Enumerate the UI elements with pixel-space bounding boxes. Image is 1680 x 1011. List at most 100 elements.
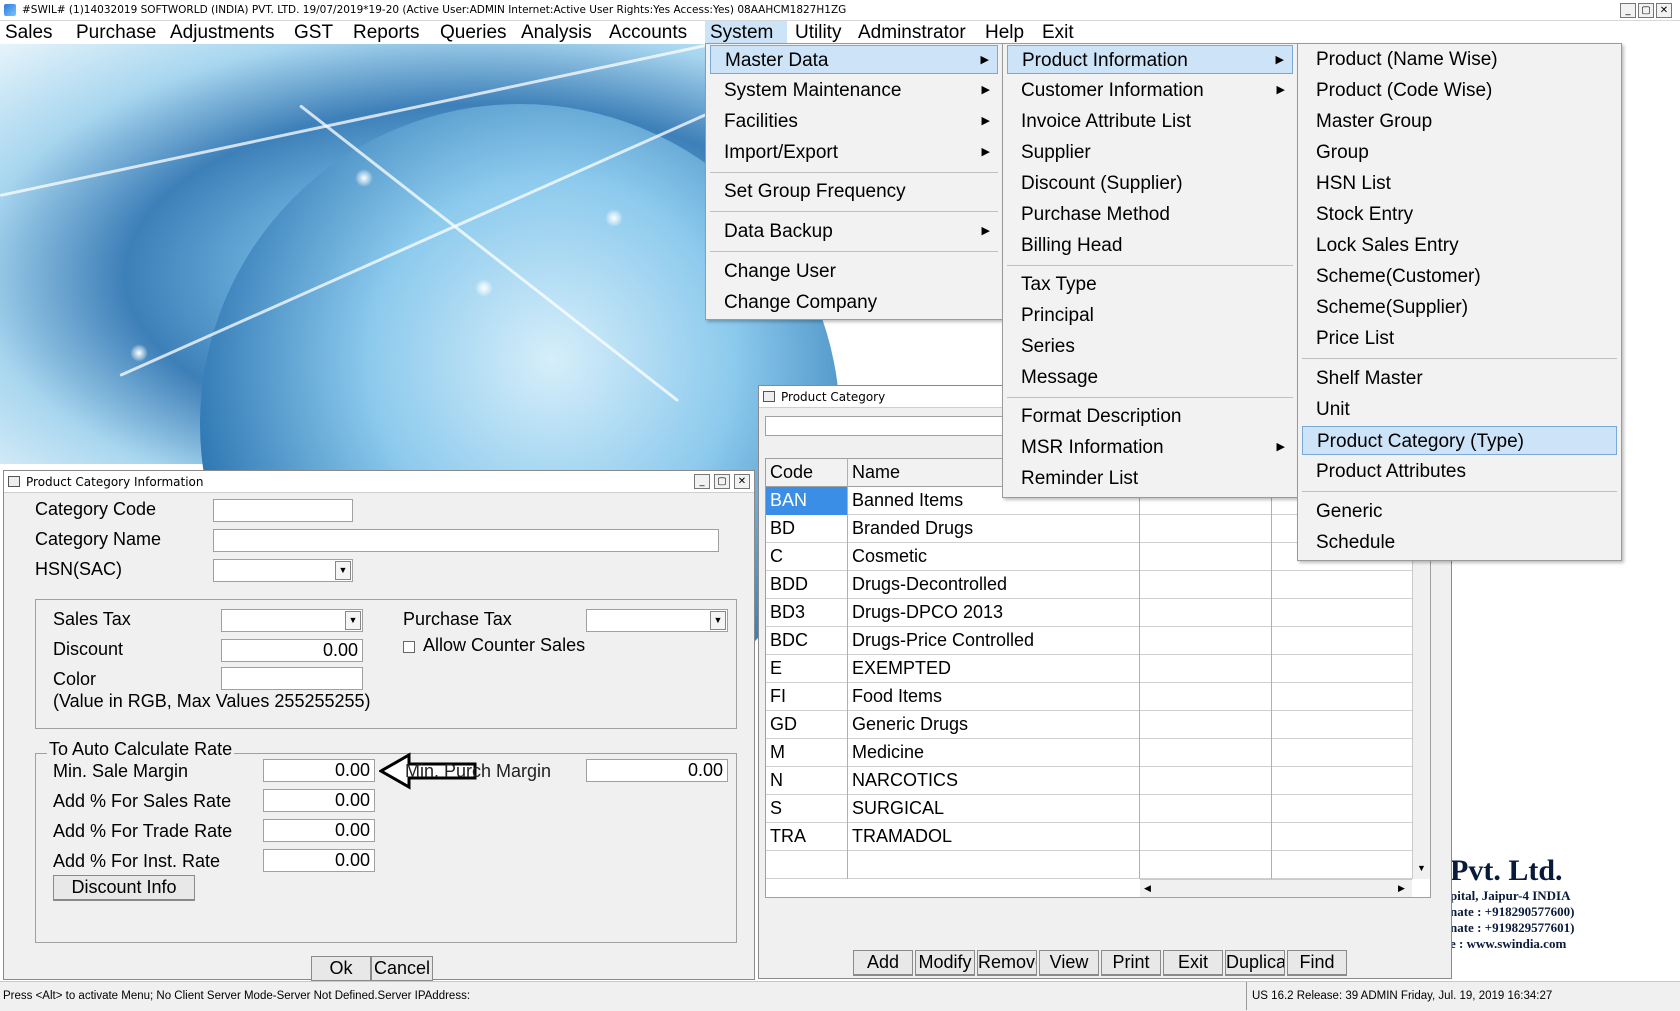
duplicate-button[interactable]: Duplicate	[1225, 950, 1285, 976]
menu-queries[interactable]: Queries	[435, 21, 512, 44]
menu-item-product-attributes[interactable]: Product Attributes	[1302, 457, 1617, 486]
menu-item-master-data[interactable]: Master Data ▶	[710, 45, 998, 74]
menu-item-import-export[interactable]: Import/Export ▶	[710, 138, 998, 167]
table-row[interactable]: M Medicine	[766, 739, 1430, 767]
chevron-down-icon[interactable]: ▼	[345, 611, 361, 630]
min-sale-margin-input[interactable]: 0.00	[263, 759, 375, 782]
table-row[interactable]: N NARCOTICS	[766, 767, 1430, 795]
menu-item-generic[interactable]: Generic	[1302, 497, 1617, 526]
menu-item-format-description[interactable]: Format Description	[1007, 402, 1293, 431]
table-row[interactable]: E EXEMPTED	[766, 655, 1430, 683]
chevron-down-icon[interactable]: ▼	[335, 561, 351, 580]
company-name: Pvt. Ltd.	[1450, 854, 1563, 887]
menu-item-scheme-supplier[interactable]: Scheme(Supplier)	[1302, 293, 1617, 322]
menu-adminstrator[interactable]: Adminstrator	[853, 21, 971, 44]
menu-item-product-information[interactable]: Product Information ▶	[1007, 45, 1293, 74]
menu-item-change-user[interactable]: Change User	[710, 257, 998, 286]
minimize-button[interactable]: _	[1620, 3, 1636, 18]
table-row[interactable]: S SURGICAL	[766, 795, 1430, 823]
color-input[interactable]	[221, 667, 363, 690]
column-header-code[interactable]: Code	[766, 459, 848, 487]
table-row[interactable]: FI Food Items	[766, 683, 1430, 711]
menu-gst[interactable]: GST	[289, 21, 338, 44]
menu-item-price-list[interactable]: Price List	[1302, 324, 1617, 353]
sales-tax-select[interactable]: ▼	[221, 609, 363, 632]
maximize-button[interactable]: ▢	[1638, 3, 1654, 18]
menu-item-unit[interactable]: Unit	[1302, 395, 1617, 424]
menu-item-tax-type[interactable]: Tax Type	[1007, 270, 1293, 299]
menu-item-message[interactable]: Message	[1007, 363, 1293, 392]
form-minimize-button[interactable]: _	[694, 474, 710, 489]
discount-info-button[interactable]: Discount Info	[53, 875, 195, 901]
form-close-button[interactable]: ✕	[734, 474, 750, 489]
menu-item-shelf-master[interactable]: Shelf Master	[1302, 364, 1617, 393]
menu-item-facilities[interactable]: Facilities ▶	[710, 107, 998, 136]
modify-button[interactable]: Modify	[915, 950, 975, 976]
add-button[interactable]: Add	[853, 950, 913, 976]
menu-sales[interactable]: Sales	[0, 21, 58, 44]
print-button[interactable]: Print	[1101, 950, 1161, 976]
menu-item-product-code-wise[interactable]: Product (Code Wise)	[1302, 76, 1617, 105]
menu-item-stock-entry[interactable]: Stock Entry	[1302, 200, 1617, 229]
menu-item-group[interactable]: Group	[1302, 138, 1617, 167]
menu-item-data-backup[interactable]: Data Backup ▶	[710, 217, 998, 246]
menu-adjustments[interactable]: Adjustments	[165, 21, 280, 44]
form-maximize-button[interactable]: ▢	[714, 474, 730, 489]
ok-button[interactable]: Ok	[311, 956, 371, 982]
add-trade-rate-input[interactable]: 0.00	[263, 819, 375, 842]
table-row[interactable]: BDD Drugs-Decontrolled	[766, 571, 1430, 599]
table-row[interactable]: BDC Drugs-Price Controlled	[766, 627, 1430, 655]
category-name-input[interactable]	[213, 529, 719, 552]
menu-item-supplier[interactable]: Supplier	[1007, 138, 1293, 167]
menu-item-msr-information[interactable]: MSR Information ▶	[1007, 433, 1293, 462]
exit-button[interactable]: Exit	[1163, 950, 1223, 976]
menu-item-principal[interactable]: Principal	[1007, 301, 1293, 330]
menu-item-purchase-method[interactable]: Purchase Method	[1007, 200, 1293, 229]
menu-exit[interactable]: Exit	[1037, 21, 1079, 44]
menu-item-change-company[interactable]: Change Company	[710, 288, 998, 317]
hsn-select[interactable]: ▼	[213, 559, 353, 582]
menu-analysis[interactable]: Analysis	[516, 21, 597, 44]
menu-item-schedule[interactable]: Schedule	[1302, 528, 1617, 557]
menu-item-scheme-customer[interactable]: Scheme(Customer)	[1302, 262, 1617, 291]
menu-item-set-group-frequency[interactable]: Set Group Frequency	[710, 177, 998, 206]
menu-item-series[interactable]: Series	[1007, 332, 1293, 361]
chevron-down-icon[interactable]: ▼	[710, 611, 726, 630]
menu-item-reminder-list[interactable]: Reminder List	[1007, 464, 1293, 493]
menu-item-system-maintenance[interactable]: System Maintenance ▶	[710, 76, 998, 105]
find-button[interactable]: Find	[1287, 950, 1347, 976]
menu-accounts[interactable]: Accounts	[604, 21, 692, 44]
purchase-tax-select[interactable]: ▼	[586, 609, 728, 632]
menu-item-invoice-attribute-list[interactable]: Invoice Attribute List	[1007, 107, 1293, 136]
cancel-button[interactable]: Cancel	[371, 956, 433, 982]
menu-item-lock-sales-entry[interactable]: Lock Sales Entry	[1302, 231, 1617, 260]
table-row[interactable]: TRA TRAMADOL	[766, 823, 1430, 851]
category-code-input[interactable]	[213, 499, 353, 522]
add-inst-rate-input[interactable]: 0.00	[263, 849, 375, 872]
scroll-left-icon[interactable]: ◀	[1144, 883, 1151, 894]
menu-item-discount-supplier[interactable]: Discount (Supplier)	[1007, 169, 1293, 198]
menu-item-customer-information[interactable]: Customer Information ▶	[1007, 76, 1293, 105]
menu-reports[interactable]: Reports	[348, 21, 425, 44]
menu-item-hsn-list[interactable]: HSN List	[1302, 169, 1617, 198]
view-button[interactable]: View	[1039, 950, 1099, 976]
menu-purchase[interactable]: Purchase	[71, 21, 161, 44]
close-button[interactable]: ✕	[1656, 3, 1672, 18]
table-row[interactable]: GD Generic Drugs	[766, 711, 1430, 739]
add-sales-rate-input[interactable]: 0.00	[263, 789, 375, 812]
menu-utility[interactable]: Utility	[790, 21, 846, 44]
menu-system[interactable]: System	[705, 21, 787, 44]
menu-item-product-category-type[interactable]: Product Category (Type)	[1302, 426, 1617, 455]
allow-counter-sales-checkbox[interactable]	[403, 641, 415, 653]
horizontal-scrollbar[interactable]: ◀ ▶	[1140, 879, 1412, 897]
min-purch-margin-input[interactable]: 0.00	[586, 759, 728, 782]
menu-help[interactable]: Help	[980, 21, 1029, 44]
table-row[interactable]: BD3 Drugs-DPCO 2013	[766, 599, 1430, 627]
scroll-down-icon[interactable]: ▼	[1417, 863, 1426, 873]
scroll-right-icon[interactable]: ▶	[1398, 883, 1405, 894]
menu-item-product-name-wise[interactable]: Product (Name Wise)	[1302, 45, 1617, 74]
menu-item-billing-head[interactable]: Billing Head	[1007, 231, 1293, 260]
discount-input[interactable]: 0.00	[221, 639, 363, 662]
remove-button[interactable]: Remove	[977, 950, 1037, 976]
menu-item-master-group[interactable]: Master Group	[1302, 107, 1617, 136]
